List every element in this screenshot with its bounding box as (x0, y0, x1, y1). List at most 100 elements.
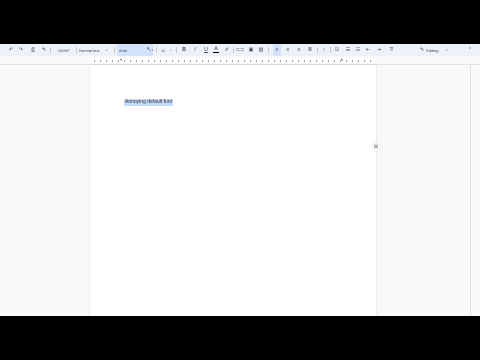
ruler-tick (154, 60, 155, 62)
link-icon[interactable]: ⊂⊃ (236, 44, 244, 56)
pencil-icon: ✎ (420, 46, 425, 53)
ruler-tick (136, 60, 137, 62)
ruler-tick (292, 60, 293, 62)
redo-icon[interactable]: ↷ (17, 44, 25, 56)
collapse-icon[interactable]: ⌃ (466, 44, 474, 56)
ruler-tick (268, 60, 269, 62)
ruler-tick (244, 60, 245, 62)
align-left-icon[interactable]: ≡ (273, 44, 281, 56)
underline-icon[interactable]: U (202, 44, 210, 56)
ruler-tick (184, 60, 185, 62)
editing-mode-label: Editing (426, 47, 439, 53)
ruler-tick (124, 60, 125, 62)
ruler-tick (202, 60, 203, 62)
ruler-tick (316, 60, 317, 62)
add-comment-icon: ⊞ (373, 144, 379, 150)
ruler-tick (226, 60, 227, 62)
toolbar-divider (330, 47, 331, 53)
left-indent-marker[interactable]: ▾ (120, 57, 122, 62)
chevron-down-icon: ▾ (106, 48, 108, 52)
ruler-tick (370, 60, 371, 62)
bulleted-list-icon[interactable]: ☰ (344, 44, 352, 56)
ruler-tick (118, 60, 119, 62)
ruler-tick (100, 60, 101, 62)
undo-icon[interactable]: ↶ (7, 44, 15, 56)
ruler-tick (238, 60, 239, 62)
ruler-tick (148, 60, 149, 62)
bold-icon[interactable]: B (180, 44, 188, 56)
chevron-down-icon: ▾ (446, 48, 448, 52)
font-size-increase-icon[interactable]: + (170, 48, 172, 52)
ruler-tick (208, 60, 209, 62)
decrease-indent-icon[interactable]: ⇤ (364, 44, 372, 56)
chevron-down-icon: ▾ (152, 48, 154, 52)
justify-icon[interactable]: ≣ (306, 44, 314, 56)
ruler-tick (220, 60, 221, 62)
highlight-icon[interactable]: ✐ (223, 44, 231, 56)
ruler-tick (274, 60, 275, 62)
docs-editor: ↶ ↷ ⎙ ✎ 100% ▾ Normal text ▾ Arial ↖ ▾ 1… (0, 44, 480, 316)
ruler-tick (94, 60, 95, 62)
horizontal-ruler: ▾ ▾ (0, 56, 480, 65)
right-indent-marker[interactable]: ▾ (341, 57, 343, 62)
align-right-icon[interactable]: ≡ (295, 44, 303, 56)
zoom-value: 100% (57, 47, 69, 53)
toolbar-divider (156, 47, 157, 53)
ruler-tick (328, 60, 329, 62)
chevron-down-icon: ▾ (68, 48, 70, 52)
ruler-tick (310, 60, 311, 62)
image-icon[interactable]: ▨ (257, 44, 265, 56)
ruler-tick (142, 60, 143, 62)
toolbar-divider (114, 47, 115, 53)
ruler-tick (322, 60, 323, 62)
ruler-tick (106, 60, 107, 62)
line-spacing-icon[interactable]: ↕ (320, 44, 328, 56)
style-value: Normal text (79, 47, 100, 53)
add-comment-icon[interactable]: ▣ (247, 44, 255, 56)
toolbar-divider (76, 47, 77, 53)
ruler-tick (280, 60, 281, 62)
italic-icon[interactable]: I (191, 44, 199, 56)
ruler-tick (250, 60, 251, 62)
ruler-tick (346, 60, 347, 62)
text-color-icon[interactable]: A (212, 44, 220, 56)
ruler-tick (196, 60, 197, 62)
ruler-tick (232, 60, 233, 62)
toolbar-divider (317, 47, 318, 53)
vertical-ruler (470, 65, 471, 316)
ruler-tick (178, 60, 179, 62)
ruler-tick (160, 60, 161, 62)
ruler-tick (358, 60, 359, 62)
increase-indent-icon[interactable]: ⇥ (375, 44, 383, 56)
ruler-tick (340, 60, 341, 62)
ruler-tick (364, 60, 365, 62)
print-icon[interactable]: ⎙ (29, 44, 37, 56)
ruler-tick (112, 60, 113, 62)
ruler-tick (166, 60, 167, 62)
toolbar-divider (233, 47, 234, 53)
paint-format-icon[interactable]: ✎ (40, 44, 48, 56)
selected-text[interactable]: Annoying default font (124, 99, 173, 106)
ruler-tick (334, 60, 335, 62)
ruler-tick (262, 60, 263, 62)
add-comment-floating-button[interactable]: ⊞ (372, 143, 380, 151)
align-center-icon[interactable]: ≡ (284, 44, 292, 56)
ruler-tick (190, 60, 191, 62)
numbered-list-icon[interactable]: ☷ (354, 44, 362, 56)
toolbar: ↶ ↷ ⎙ ✎ 100% ▾ Normal text ▾ Arial ↖ ▾ 1… (0, 44, 480, 56)
ruler-tick (352, 60, 353, 62)
toolbar-divider (268, 47, 269, 53)
document-page[interactable]: Annoying default font (90, 65, 376, 316)
ruler-tick (172, 60, 173, 62)
font-size-input[interactable]: 11 (158, 44, 168, 56)
clear-formatting-icon[interactable]: T̸ (387, 44, 395, 56)
ruler-tick (130, 60, 131, 62)
font-size-value: 11 (160, 47, 166, 53)
font-value: Arial (119, 47, 128, 53)
ruler-tick (214, 60, 215, 62)
checklist-icon[interactable]: ☑ (333, 44, 341, 56)
ruler-tick (304, 60, 305, 62)
toolbar-divider (50, 47, 51, 53)
ruler-tick (286, 60, 287, 62)
ruler-tick (298, 60, 299, 62)
